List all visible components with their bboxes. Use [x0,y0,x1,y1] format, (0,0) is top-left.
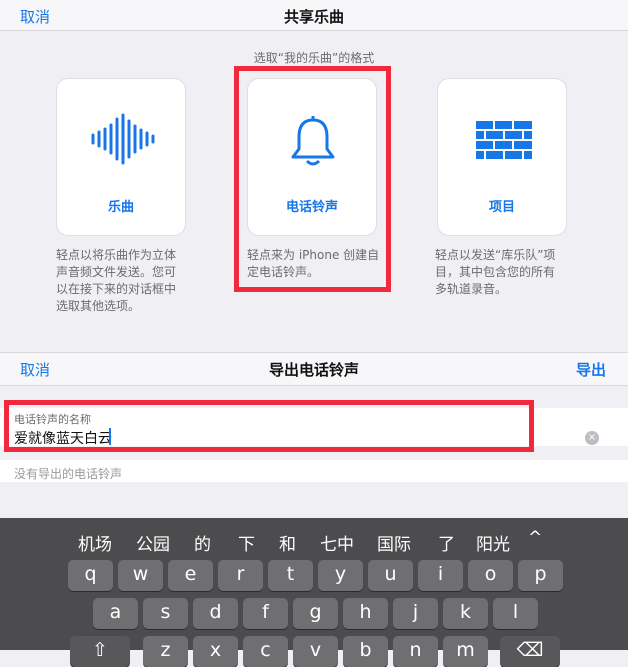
song-option-card[interactable]: 乐曲 [56,78,186,236]
candidate-word[interactable]: 了 [438,530,455,555]
delete-key[interactable]: ⌫ [500,636,560,667]
project-option-label: 项目 [488,200,515,215]
key-n[interactable]: n [393,636,438,667]
desc-line: 轻点以将乐曲作为立体 [56,248,177,262]
key-s[interactable]: s [143,598,188,629]
candidate-word[interactable]: 机场 [78,530,112,555]
key-y[interactable]: y [318,560,363,591]
key-j[interactable]: j [393,598,438,629]
waveform-icon [91,113,155,165]
candidate-word[interactable]: 的 [194,530,211,555]
project-option-description: 轻点以发送“库乐队”项 目，其中包含您的所有 多轨道录音。 [435,247,585,298]
key-z[interactable]: z [143,636,188,667]
key-u[interactable]: u [368,560,413,591]
ringtone-highlight-box [234,66,391,292]
song-option-label: 乐曲 [107,200,134,215]
candidate-word[interactable]: 和 [279,530,296,555]
key-g[interactable]: g [293,598,338,629]
key-o[interactable]: o [468,560,513,591]
key-x[interactable]: x [193,636,238,667]
desc-line: 选取其他选项。 [56,299,141,313]
desc-line: 目，其中包含您的所有 [435,265,556,279]
key-d[interactable]: d [193,598,238,629]
export-button[interactable]: 导出 [576,359,606,380]
key-k[interactable]: k [443,598,488,629]
project-option-card[interactable]: 项目 [437,78,567,236]
expand-candidates-icon[interactable]: ^ [528,528,542,548]
key-e[interactable]: e [168,560,213,591]
share-title: 共享乐曲 [283,8,344,26]
desc-line: 以在接下来的对话框中 [56,282,177,296]
desc-line: 多轨道录音。 [435,282,508,296]
key-i[interactable]: i [418,560,463,591]
key-h[interactable]: h [343,598,388,629]
desc-line: 轻点以发送“库乐队”项 [435,248,556,262]
candidate-word[interactable]: 七中 [320,530,354,555]
key-r[interactable]: r [218,560,263,591]
shift-key[interactable]: ⇧ [70,636,130,667]
candidate-word[interactable]: 下 [238,530,255,555]
song-option-description: 轻点以将乐曲作为立体 声音频文件发送。您可 以在接下来的对话框中 选取其他选项。 [56,247,196,315]
key-a[interactable]: a [93,598,138,629]
key-w[interactable]: w [118,560,163,591]
clear-text-icon[interactable]: × [585,431,599,445]
candidate-word[interactable]: 阳光 [476,530,510,555]
key-f[interactable]: f [243,598,288,629]
desc-line: 声音频文件发送。您可 [56,265,177,279]
key-b[interactable]: b [343,636,388,667]
key-l[interactable]: l [493,598,538,629]
export-title: 导出电话铃声 [268,361,359,379]
key-m[interactable]: m [443,636,488,667]
candidate-word[interactable]: 公园 [136,530,170,555]
key-p[interactable]: p [518,560,563,591]
candidate-word[interactable]: 国际 [377,530,411,555]
key-q[interactable]: q [68,560,113,591]
key-v[interactable]: v [293,636,338,667]
key-c[interactable]: c [243,636,288,667]
name-field-highlight-box [4,400,534,452]
format-prompt: 选取“我的乐曲”的格式 [253,51,375,65]
key-t[interactable]: t [268,560,313,591]
no-ringtones-text: 没有导出的电话铃声 [14,467,123,481]
bricks-icon [476,121,532,159]
